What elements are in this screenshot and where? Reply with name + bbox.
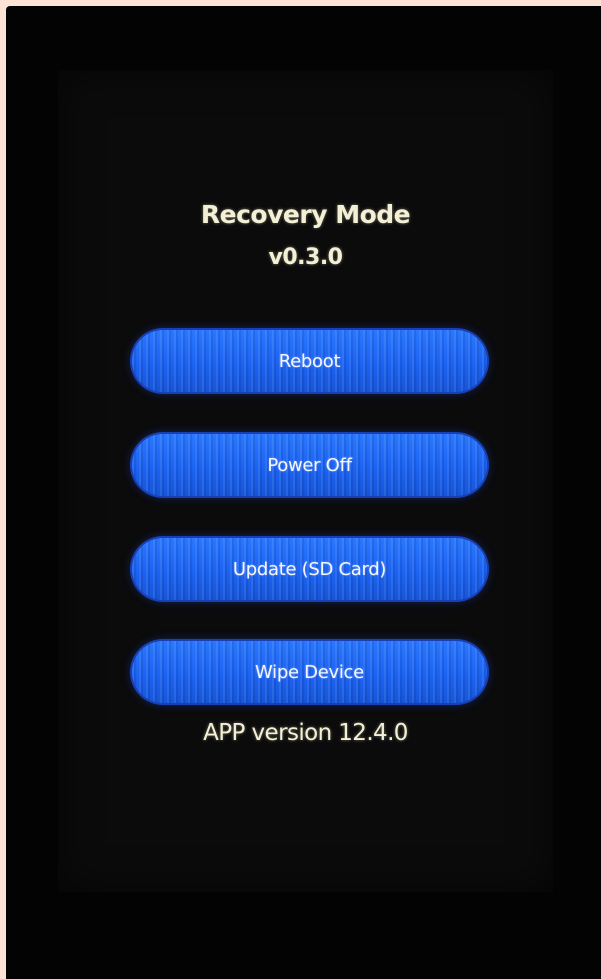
wipe-device-button[interactable]: Wipe Device — [132, 641, 487, 703]
recovery-screen: Recovery Mode v0.3.0 Reboot Power Off Up… — [58, 70, 553, 892]
app-version-label: APP version 12.4.0 — [203, 720, 408, 746]
device-bezel: Recovery Mode v0.3.0 Reboot Power Off Up… — [6, 6, 601, 979]
recovery-version: v0.3.0 — [268, 245, 343, 270]
update-sd-card-button[interactable]: Update (SD Card) — [132, 538, 487, 600]
reboot-button[interactable]: Reboot — [132, 330, 487, 392]
power-off-button[interactable]: Power Off — [132, 434, 487, 496]
page-title: Recovery Mode — [200, 200, 411, 229]
